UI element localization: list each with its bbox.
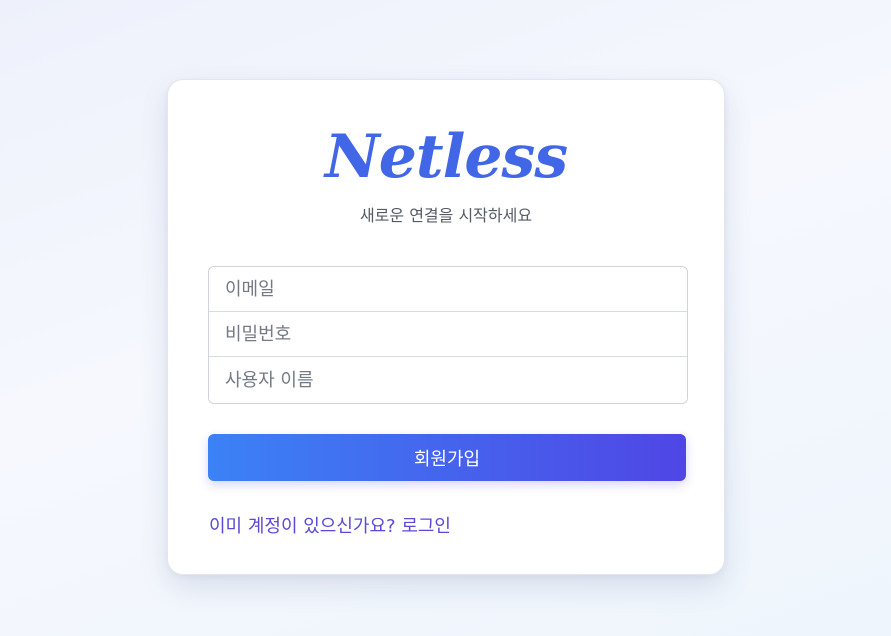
brand-logo: Netless xyxy=(324,122,568,192)
signup-card: Netless 새로운 연결을 시작하세요 회원가입 이미 계정이 있으신가요?… xyxy=(167,79,725,575)
signup-fields xyxy=(208,266,688,404)
signup-button[interactable]: 회원가입 xyxy=(208,434,686,481)
email-field[interactable] xyxy=(209,267,687,312)
login-link[interactable]: 이미 계정이 있으신가요? 로그인 xyxy=(209,512,451,538)
tagline: 새로운 연결을 시작하세요 xyxy=(359,206,533,225)
username-field[interactable] xyxy=(209,357,687,403)
password-field[interactable] xyxy=(209,312,687,357)
